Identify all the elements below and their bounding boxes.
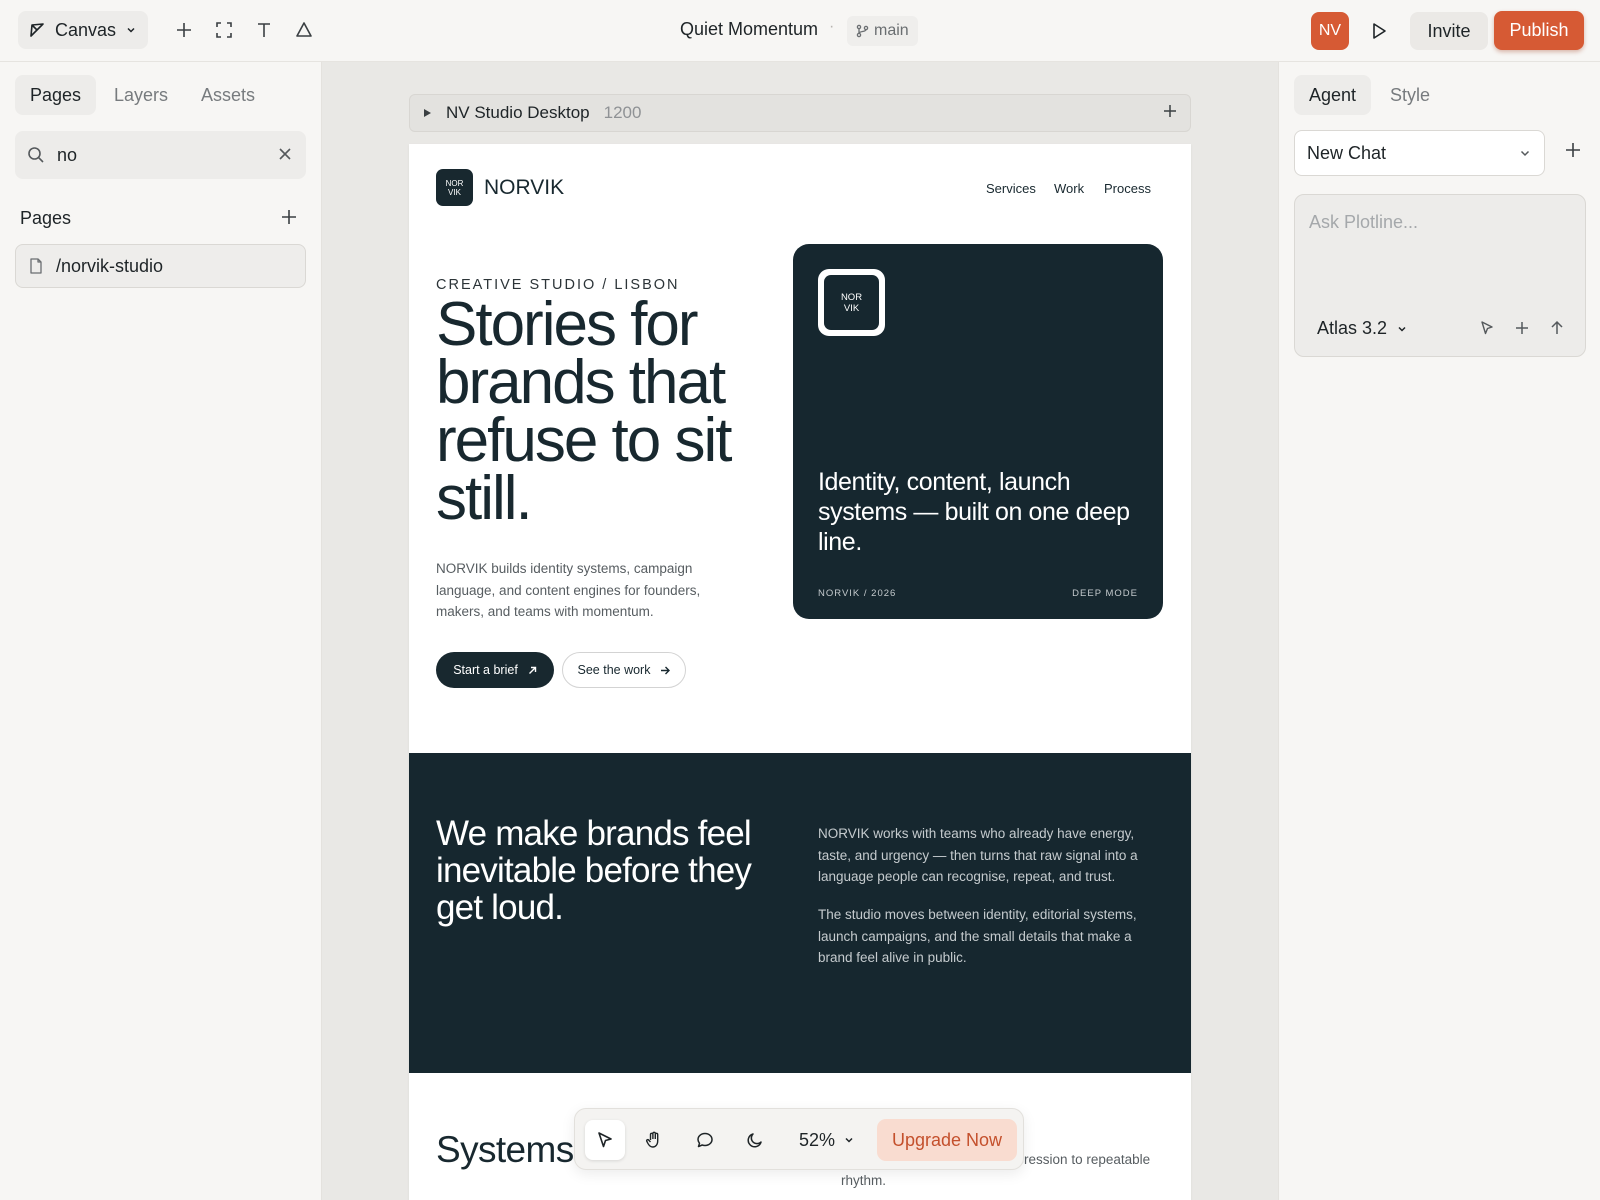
right-panel: Agent Style New Chat Ask Plotline... Atl… — [1278, 62, 1600, 1200]
card-footer-right: DEEP MODE — [1072, 588, 1138, 599]
prompt-placeholder: Ask Plotline... — [1309, 212, 1419, 232]
add-breakpoint-icon[interactable] — [1162, 103, 1178, 119]
arrow-up-right-icon — [528, 666, 537, 675]
site-brand: NORVIK — [484, 176, 565, 199]
comment-tool-icon[interactable] — [685, 1120, 725, 1160]
title-separator: · — [829, 18, 835, 35]
card-logo: NOR VIK — [818, 269, 885, 336]
add-icon[interactable] — [172, 18, 196, 42]
card-logo-line2: VIK — [843, 302, 860, 314]
user-avatar[interactable]: NV — [1311, 12, 1349, 50]
canvas-area[interactable]: NV Studio Desktop 1200 NOR VIK NORVIK Se… — [322, 62, 1278, 1200]
pen-tool-icon — [28, 21, 46, 39]
upgrade-button[interactable]: Upgrade Now — [877, 1119, 1017, 1161]
chevron-down-icon — [1396, 323, 1408, 335]
model-select[interactable]: Atlas 3.2 — [1317, 318, 1408, 339]
publish-button[interactable]: Publish — [1494, 11, 1584, 50]
card-text: Identity, content, launch systems — buil… — [818, 468, 1130, 556]
hero-card: NOR VIK Identity, content, launch system… — [793, 244, 1163, 619]
tab-agent[interactable]: Agent — [1294, 75, 1372, 115]
dark-mode-icon[interactable] — [735, 1120, 775, 1160]
chat-select-value: New Chat — [1307, 142, 1387, 163]
zoom-control[interactable]: 52% — [799, 1120, 855, 1160]
nav-process[interactable]: Process — [1104, 181, 1151, 196]
about-paragraph-2: The studio moves between identity, edito… — [818, 907, 1137, 965]
page-item[interactable]: /norvik-studio — [15, 244, 306, 288]
branch-icon — [856, 24, 869, 38]
add-page-icon[interactable] — [280, 208, 298, 226]
branch-badge[interactable]: main — [847, 16, 918, 46]
hero-headline: Stories for brands that refuse to sit st… — [436, 290, 732, 533]
hero-lede: NORVIK builds identity systems, campaign… — [436, 561, 701, 619]
document-title[interactable]: Quiet Momentum — [680, 19, 818, 40]
close-icon[interactable] — [276, 145, 294, 163]
file-icon — [29, 258, 43, 274]
select-tool-icon[interactable] — [585, 1120, 625, 1160]
new-chat-icon[interactable] — [1564, 141, 1582, 159]
chat-select[interactable]: New Chat — [1294, 130, 1545, 176]
logo-text-line2: VIK — [448, 187, 461, 197]
shape-tool-icon[interactable] — [292, 18, 316, 42]
systems-heading: Systems — [436, 1129, 574, 1170]
frame-name: NV Studio Desktop — [446, 103, 590, 122]
see-work-button[interactable]: See the work — [562, 652, 686, 688]
nav-services[interactable]: Services — [986, 181, 1036, 196]
prompt-box[interactable]: Ask Plotline... Atlas 3.2 — [1294, 194, 1586, 357]
frame-header[interactable]: NV Studio Desktop 1200 — [409, 94, 1191, 132]
card-footer-left: NORVIK / 2026 — [818, 588, 897, 599]
tab-layers[interactable]: Layers — [99, 75, 183, 115]
chevron-down-icon — [1518, 146, 1532, 160]
tab-assets[interactable]: Assets — [186, 75, 270, 115]
frame-width: 1200 — [603, 103, 642, 122]
attach-plus-icon[interactable] — [1514, 320, 1530, 336]
play-icon[interactable] — [1366, 18, 1392, 44]
page-search — [15, 131, 306, 179]
model-label: Atlas 3.2 — [1317, 318, 1388, 338]
text-tool-icon[interactable] — [252, 18, 276, 42]
arrow-right-icon — [660, 666, 671, 675]
page-item-label: /norvik-studio — [56, 255, 164, 276]
see-work-label: See the work — [577, 663, 651, 677]
send-arrow-up-icon[interactable] — [1549, 320, 1565, 336]
left-sidebar: Pages Layers Assets Pages /norvik-studio — [0, 62, 322, 1200]
about-paragraph-1: NORVIK works with teams who already have… — [818, 826, 1138, 884]
frame-icon[interactable] — [212, 18, 236, 42]
card-logo-line1: NOR — [840, 291, 863, 303]
canvas-mode-button[interactable]: Canvas — [18, 11, 148, 49]
pages-heading: Pages — [20, 208, 72, 228]
zoom-value: 52% — [799, 1129, 836, 1150]
tab-pages[interactable]: Pages — [15, 75, 97, 115]
search-input[interactable] — [57, 144, 257, 166]
chevron-down-icon — [843, 1134, 855, 1146]
top-bar: Canvas Quiet Momentum · main NV Invite P… — [0, 0, 1600, 62]
expand-triangle-icon[interactable] — [423, 108, 432, 118]
branch-label: main — [874, 22, 909, 39]
site-logo: NOR VIK — [436, 169, 473, 206]
floating-toolbar: 52% Upgrade Now — [574, 1108, 1024, 1170]
start-brief-button[interactable]: Start a brief — [436, 652, 554, 688]
chevron-down-icon — [125, 24, 137, 36]
about-section: We make brands feel inevitable before th… — [409, 753, 1191, 1073]
search-icon — [27, 146, 45, 164]
invite-button[interactable]: Invite — [1410, 12, 1488, 50]
hand-tool-icon[interactable] — [634, 1120, 674, 1160]
cursor-select-icon[interactable] — [1479, 320, 1495, 336]
nav-work[interactable]: Work — [1054, 181, 1084, 196]
site-frame[interactable]: NOR VIK NORVIK Services Work Process CRE… — [409, 144, 1191, 1200]
canvas-mode-label: Canvas — [55, 19, 117, 40]
start-brief-label: Start a brief — [453, 663, 518, 677]
about-heading: We make brands feel inevitable before th… — [436, 814, 752, 927]
logo-text-line1: NOR — [445, 178, 464, 188]
tab-style[interactable]: Style — [1375, 75, 1445, 115]
